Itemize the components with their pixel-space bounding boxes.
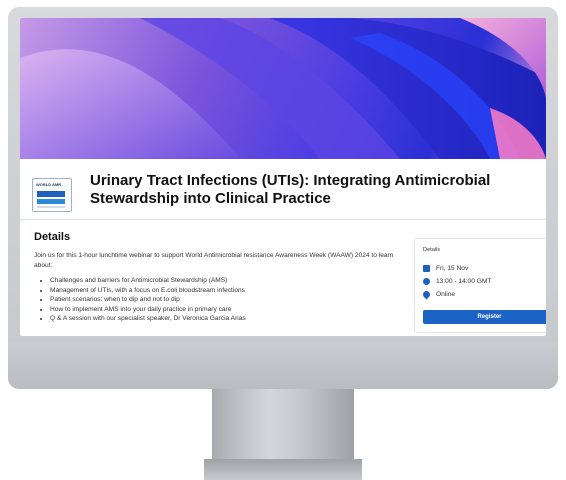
event-details-card: Details Fri, 15 Nov 13:00 - 14:00 GMT On…: [414, 238, 546, 333]
event-title: Urinary Tract Infections (UTIs): Integra…: [90, 172, 491, 207]
monitor-stand-neck: [212, 389, 354, 459]
list-item: Patient scenarios: when to dip and not t…: [50, 295, 410, 305]
event-banner-image: [20, 18, 546, 159]
card-title: Details: [423, 247, 441, 253]
waaw-logo: WORLD AMR: [32, 178, 72, 212]
event-date: Fri, 15 Nov: [436, 264, 469, 272]
logo-line: [37, 206, 65, 208]
imac-monitor: WORLD AMR Urinary Tract Infections (UTIs…: [8, 7, 558, 389]
calendar-icon: [423, 264, 430, 272]
location-pin-icon: [421, 289, 432, 299]
clock-icon: [423, 277, 430, 285]
details-heading: Details: [34, 231, 71, 243]
list-item: Q & A session with our specialist speake…: [50, 314, 410, 324]
monitor-chin: [8, 342, 558, 389]
list-item: Challenges and barriers for Antimicrobia…: [50, 276, 410, 286]
screen: WORLD AMR Urinary Tract Infections (UTIs…: [20, 18, 546, 336]
event-time: 13:00 - 14:00 GMT: [436, 277, 492, 285]
list-item: Management of UTIs, with a focus on E.co…: [50, 286, 410, 296]
logo-band: [37, 191, 65, 197]
list-item: How to implement AMS into your daily pra…: [50, 305, 410, 315]
location-row: Online: [421, 289, 456, 299]
event-location: Online: [436, 290, 456, 298]
register-button[interactable]: Register: [423, 310, 546, 324]
time-row: 13:00 - 14:00 GMT: [423, 276, 491, 286]
topic-list: Challenges and barriers for Antimicrobia…: [42, 276, 410, 324]
logo-text: WORLD AMR: [36, 182, 62, 187]
date-row: Fri, 15 Nov: [423, 263, 468, 273]
logo-band-secondary: [37, 199, 65, 204]
event-intro: Join us for this 1-hour lunchtime webina…: [34, 252, 394, 269]
section-divider: [20, 219, 546, 220]
monitor-stand-base: [204, 459, 362, 480]
